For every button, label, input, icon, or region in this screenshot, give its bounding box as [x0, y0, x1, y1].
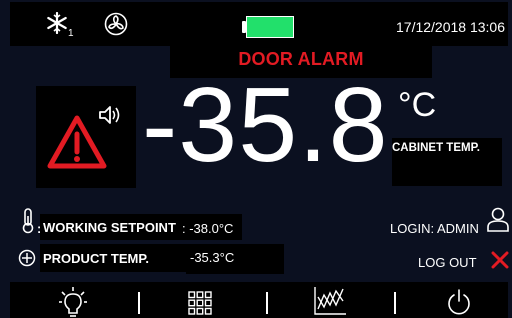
chart-icon[interactable] [312, 285, 348, 317]
bottom-nav [10, 282, 508, 318]
product-value-box: -35.3°C [186, 244, 284, 274]
warning-panel [36, 86, 136, 188]
nav-separator [394, 292, 396, 314]
nav-separator [138, 292, 140, 314]
freezer-control-screen: 1 17/12/2018 13:06 DOOR ALARM -35.8 °C C… [0, 0, 512, 318]
product-temp-value: -35.3°C [190, 250, 235, 265]
login-label: LOGIN: ADMIN [390, 221, 479, 236]
snowflake-icon [47, 12, 67, 34]
product-label-box: PRODUCT TEMP. [40, 244, 186, 272]
date-time: 17/12/2018 13:06 [396, 19, 505, 35]
product-temp-label: PRODUCT TEMP. [43, 251, 149, 266]
temperature-unit: °C [398, 86, 437, 124]
plus-circle-icon [18, 249, 36, 267]
nav-separator [266, 292, 268, 314]
speaker-icon[interactable] [98, 104, 122, 126]
logout-x-icon[interactable] [490, 250, 510, 270]
setpoint-label-box: WORKING SETPOINT [40, 214, 182, 240]
status-bar: 1 17/12/2018 13:06 [10, 2, 508, 46]
power-icon[interactable] [446, 288, 472, 316]
cabinet-temperature: -35.8 [142, 66, 389, 184]
cabinet-temp-label: CABINET TEMP. [392, 142, 480, 154]
battery-icon [242, 16, 296, 38]
grid-menu-icon[interactable] [188, 291, 212, 315]
setpoint-value-box: : -38.0°C [182, 214, 242, 240]
logout-label[interactable]: LOG OUT [418, 255, 477, 270]
fan-icon [104, 12, 128, 36]
compressor-count: 1 [68, 28, 74, 39]
setpoint-label[interactable]: WORKING SETPOINT [43, 220, 176, 235]
lightbulb-icon[interactable] [58, 286, 88, 318]
setpoint-value: : -38.0°C [182, 221, 234, 236]
thermometer-icon [22, 208, 34, 234]
cabinet-label-box: CABINET TEMP. [392, 138, 502, 186]
user-icon [487, 207, 509, 232]
